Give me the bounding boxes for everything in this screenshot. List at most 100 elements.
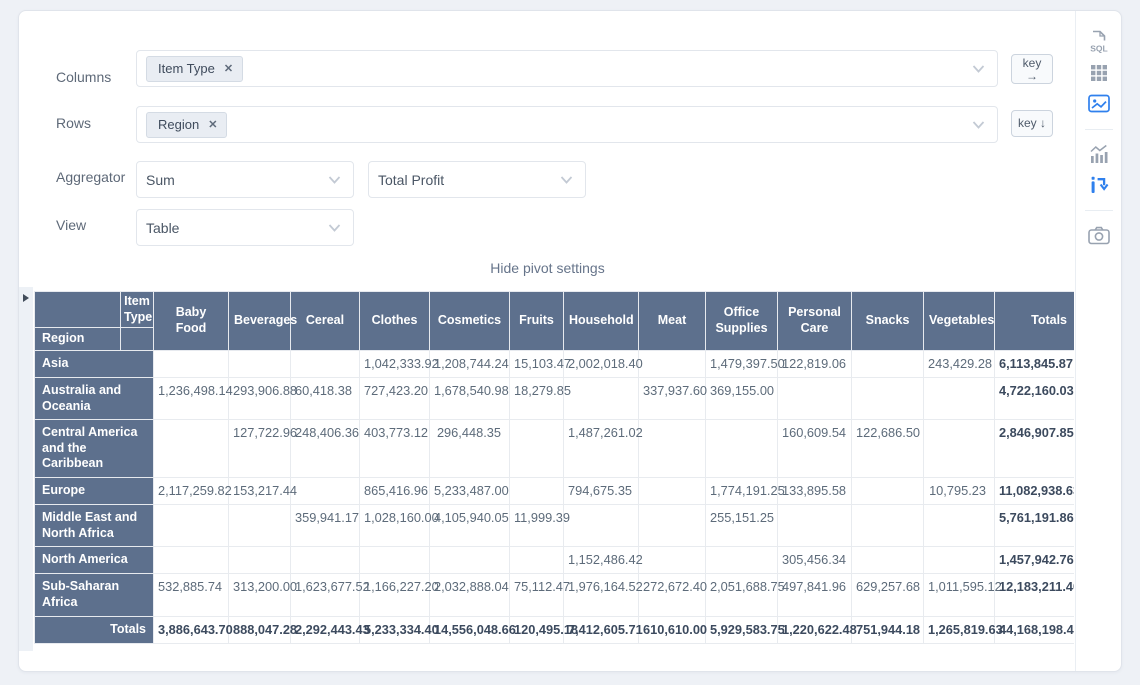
column-header: Fruits bbox=[510, 292, 564, 351]
visualization-toolbar: SQL bbox=[1075, 11, 1121, 671]
column-header: Cereal bbox=[291, 292, 360, 351]
pivot-cell bbox=[564, 377, 639, 419]
right-arrow-icon: → bbox=[1012, 70, 1052, 83]
row-total-cell: 1,457,942.76 bbox=[995, 547, 1075, 574]
column-header: Cosmetics bbox=[430, 292, 510, 351]
column-total-cell: 2,292,443.43 bbox=[291, 616, 360, 643]
visualization-icon[interactable] bbox=[1083, 89, 1115, 119]
pivot-cell bbox=[639, 505, 706, 547]
rows-tag-label: Region bbox=[158, 117, 199, 132]
row-header: Central America and the Caribbean bbox=[35, 420, 154, 478]
pivot-cell: 1,479,397.50 bbox=[706, 350, 778, 377]
pivot-cell bbox=[778, 505, 852, 547]
columns-tag-item-type[interactable]: Item Type ✕ bbox=[146, 56, 243, 82]
column-total-cell: 610,610.00 bbox=[639, 616, 706, 643]
remove-tag-icon[interactable]: ✕ bbox=[208, 118, 217, 131]
chevron-down-icon bbox=[972, 120, 985, 129]
snapshot-camera-icon[interactable] bbox=[1083, 220, 1115, 250]
pivot-cell: 313,200.00 bbox=[229, 574, 291, 616]
column-header: Vegetables bbox=[924, 292, 995, 351]
pivot-cell bbox=[924, 377, 995, 419]
pivot-icon[interactable] bbox=[1083, 170, 1115, 200]
row-header: North America bbox=[35, 547, 154, 574]
pivot-cell: 18,279.85 bbox=[510, 377, 564, 419]
column-header: Meat bbox=[639, 292, 706, 351]
pivot-cell: 1,976,164.52 bbox=[564, 574, 639, 616]
column-total-cell: 1,265,819.63 bbox=[924, 616, 995, 643]
chart-icon[interactable] bbox=[1083, 139, 1115, 169]
row-header: Europe bbox=[35, 478, 154, 505]
column-total-cell: 5,233,334.40 bbox=[360, 616, 430, 643]
pivot-cell: 293,906.88 bbox=[229, 377, 291, 419]
pivot-cell bbox=[852, 547, 924, 574]
rows-sort-key-button[interactable]: key ↓ bbox=[1011, 110, 1053, 137]
pivot-cell: 255,151.25 bbox=[706, 505, 778, 547]
view-label: View bbox=[56, 217, 86, 233]
svg-text:SQL: SQL bbox=[1090, 44, 1107, 54]
rows-tag-region[interactable]: Region ✕ bbox=[146, 112, 227, 138]
column-total-cell: 120,495.18 bbox=[510, 616, 564, 643]
pivot-cell bbox=[229, 505, 291, 547]
pivot-cell bbox=[291, 350, 360, 377]
pivot-cell bbox=[154, 547, 229, 574]
pivot-cell bbox=[639, 547, 706, 574]
totals-row-header: Totals bbox=[35, 616, 154, 643]
aggregator-field-select[interactable]: Total Profit bbox=[368, 161, 586, 198]
columns-sort-key-button[interactable]: key → bbox=[1011, 54, 1053, 84]
column-header: Office Supplies bbox=[706, 292, 778, 351]
view-select[interactable]: Table bbox=[136, 209, 354, 246]
pivot-cell bbox=[852, 505, 924, 547]
rows-sort-key-text: key ↓ bbox=[1018, 116, 1046, 130]
pivot-cell: 305,456.34 bbox=[778, 547, 852, 574]
pivot-table: Item TypeBaby FoodBeveragesCerealClothes… bbox=[34, 291, 1074, 644]
pivot-cell: 15,103.47 bbox=[510, 350, 564, 377]
pivot-cell: 248,406.36 bbox=[291, 420, 360, 478]
sql-source-icon[interactable]: SQL bbox=[1083, 27, 1115, 57]
pivot-cell: 2,117,259.82 bbox=[154, 478, 229, 505]
pivot-cell: 1,208,744.24 bbox=[430, 350, 510, 377]
pivot-cell: 127,722.96 bbox=[229, 420, 291, 478]
table-row: Europe2,117,259.82153,217.44865,416.965,… bbox=[35, 478, 1075, 505]
pivot-cell: 10,795.23 bbox=[924, 478, 995, 505]
pivot-cell: 1,011,595.12 bbox=[924, 574, 995, 616]
pivot-cell: 60,418.38 bbox=[291, 377, 360, 419]
pivot-cell bbox=[291, 478, 360, 505]
pivot-cell bbox=[852, 350, 924, 377]
pivot-cell: 296,448.35 bbox=[430, 420, 510, 478]
column-header: Clothes bbox=[360, 292, 430, 351]
corner-cell bbox=[35, 292, 121, 328]
pivot-cell: 122,819.06 bbox=[778, 350, 852, 377]
table-row: Central America and the Caribbean 127,722… bbox=[35, 420, 1075, 478]
pivot-cell bbox=[852, 478, 924, 505]
pivot-cell bbox=[778, 377, 852, 419]
column-total-cell: 1,220,622.48 bbox=[778, 616, 852, 643]
pivot-cell: 865,416.96 bbox=[360, 478, 430, 505]
row-total-cell: 2,846,907.85 bbox=[995, 420, 1075, 478]
row-header: Sub-Saharan Africa bbox=[35, 574, 154, 616]
view-value: Table bbox=[146, 220, 179, 236]
pivot-editor-panel: Columns Item Type ✕ key → Rows Region ✕ bbox=[18, 10, 1122, 672]
table-row: Sub-Saharan Africa532,885.74313,200.001,… bbox=[35, 574, 1075, 616]
pivot-cell: 359,941.17 bbox=[291, 505, 360, 547]
chevron-down-icon bbox=[328, 223, 341, 232]
column-axis-label: Item Type bbox=[121, 292, 154, 328]
column-header: Personal Care bbox=[778, 292, 852, 351]
hide-pivot-settings-link[interactable]: Hide pivot settings bbox=[19, 260, 1074, 276]
collapse-handle-icon[interactable] bbox=[23, 294, 29, 302]
toolbar-divider bbox=[1085, 129, 1113, 130]
pivot-cell: 1,623,677.52 bbox=[291, 574, 360, 616]
column-total-cell: 7,412,605.71 bbox=[564, 616, 639, 643]
pivot-cell: 532,885.74 bbox=[154, 574, 229, 616]
results-table-icon[interactable] bbox=[1083, 58, 1115, 88]
remove-tag-icon[interactable]: ✕ bbox=[224, 62, 233, 75]
column-total-cell: 5,929,583.75 bbox=[706, 616, 778, 643]
pivot-cell: 1,236,498.14 bbox=[154, 377, 229, 419]
pivot-cell bbox=[229, 350, 291, 377]
rows-select[interactable]: Region ✕ bbox=[136, 106, 998, 143]
aggregator-select[interactable]: Sum bbox=[136, 161, 354, 198]
columns-select[interactable]: Item Type ✕ bbox=[136, 50, 998, 87]
pivot-cell: 337,937.60 bbox=[639, 377, 706, 419]
pivot-cell: 11,999.39 bbox=[510, 505, 564, 547]
totals-row: Totals3,886,643.70888,047.282,292,443.43… bbox=[35, 616, 1075, 643]
pivot-cell: 1,042,333.92 bbox=[360, 350, 430, 377]
